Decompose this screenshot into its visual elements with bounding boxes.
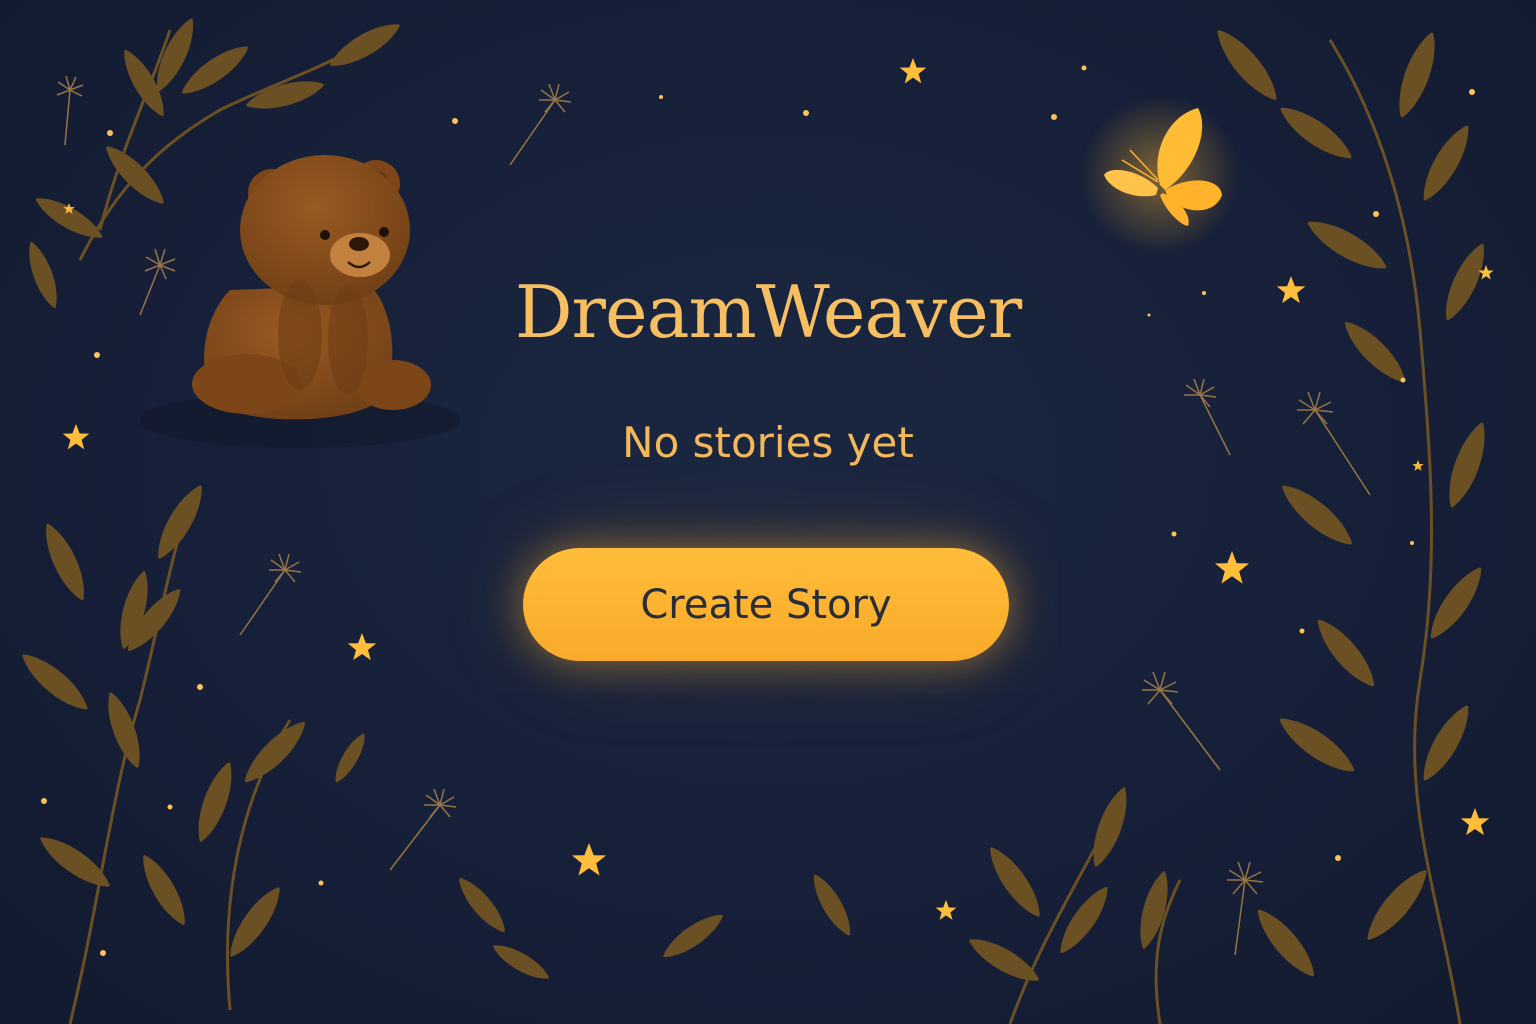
leaf-vine-right — [1208, 22, 1494, 1024]
app-title: DreamWeaver — [514, 270, 1022, 354]
background-illustration — [15, 13, 1494, 1024]
create-story-button[interactable]: Create Story — [523, 548, 1009, 661]
leaf-vine-bottom-left — [15, 479, 371, 1024]
empty-state-message: No stories yet — [622, 418, 914, 467]
butterfly-illustration — [1080, 95, 1240, 255]
leaf-vine-bottom-center — [452, 783, 1182, 1024]
